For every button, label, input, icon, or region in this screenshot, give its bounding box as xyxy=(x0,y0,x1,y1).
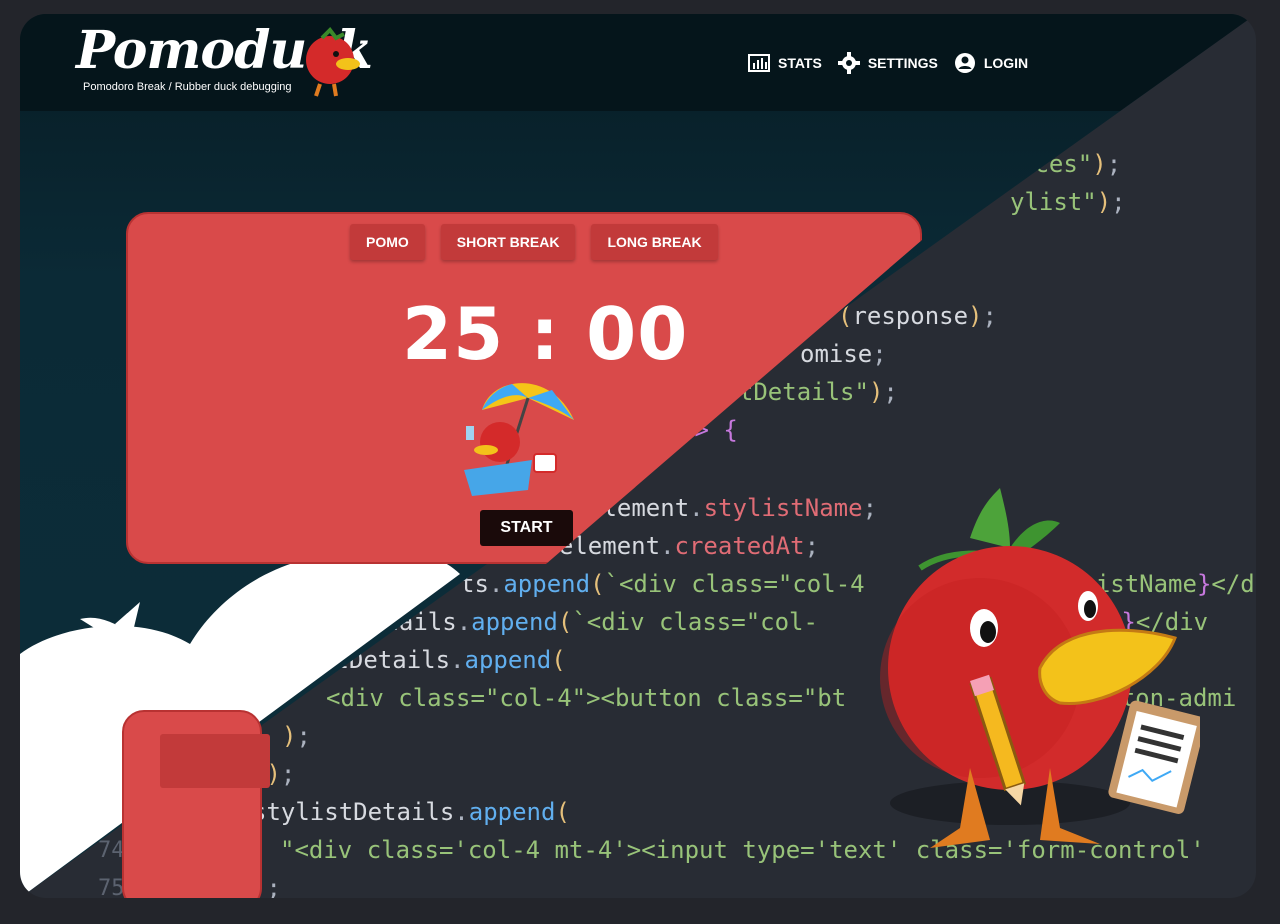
user-icon xyxy=(954,53,975,73)
tab-short-break[interactable]: SHORT BREAK xyxy=(440,224,576,260)
nav-settings-label: SETTINGS xyxy=(867,55,938,71)
nav-login[interactable]: LOGIN xyxy=(954,52,1028,74)
task-card-partial xyxy=(122,710,270,898)
timer-mode-tabs: POMO SHORT BREAK LONG BREAK xyxy=(350,224,718,260)
timer-display: 25 : 00 xyxy=(402,292,689,376)
beach-duck-illustration xyxy=(464,383,574,496)
stats-icon xyxy=(748,54,770,72)
app-frame: ices"); ylist"); (response); omise; istD… xyxy=(20,14,1256,898)
start-button[interactable]: START xyxy=(480,510,573,546)
brand-logo[interactable]: Pomoduck xyxy=(76,20,373,97)
nav-login-label: LOGIN xyxy=(983,55,1029,71)
header: Pomoduck Pomodoro Break / Rubber duck de… xyxy=(20,14,1256,111)
tomato-duck-logo-icon xyxy=(306,26,360,97)
tomato-duck-mascot-illustration xyxy=(880,488,1200,848)
nav-settings[interactable]: SETTINGS xyxy=(837,52,938,74)
task-input-placeholder[interactable] xyxy=(160,734,270,788)
main-nav: STATS SETTINGS LOGIN xyxy=(748,52,1028,74)
nav-stats-label: STATS xyxy=(778,55,822,71)
gear-icon xyxy=(837,52,860,74)
nav-stats[interactable]: STATS xyxy=(748,54,822,72)
tab-long-break[interactable]: LONG BREAK xyxy=(591,224,718,260)
tab-pomo[interactable]: POMO xyxy=(350,224,425,260)
brand-tagline: Pomodoro Break / Rubber duck debugging xyxy=(83,81,292,93)
